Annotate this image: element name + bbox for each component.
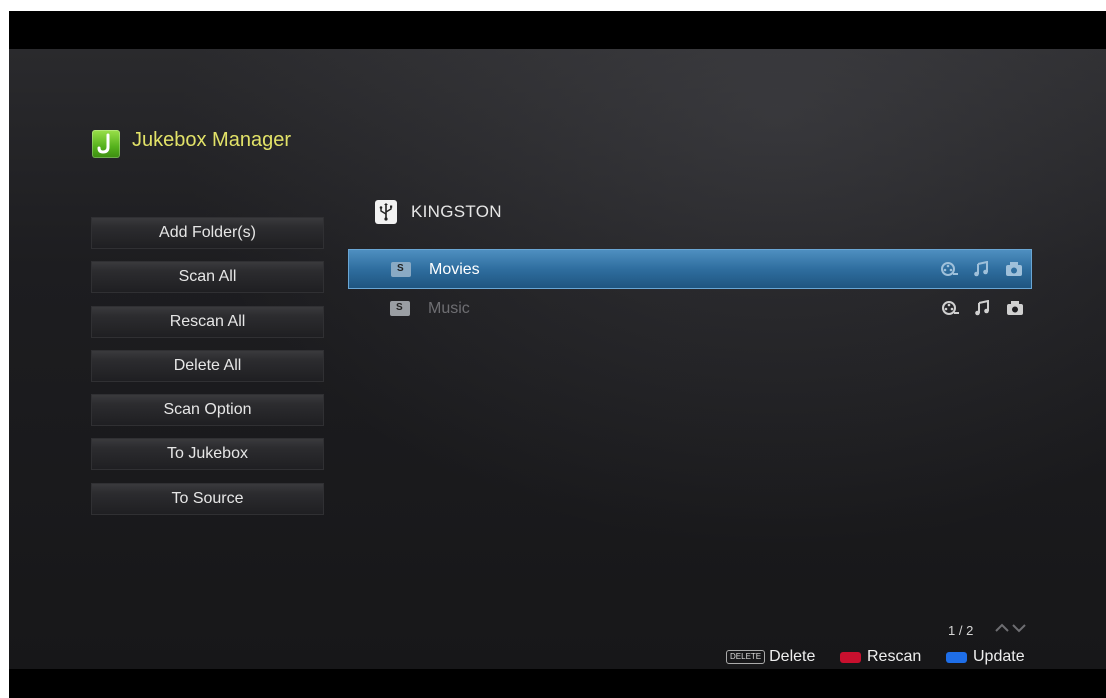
- page-indicator: 1 / 2: [948, 623, 974, 638]
- camera-icon: [1006, 300, 1024, 316]
- folder-icon-letter: S: [396, 302, 403, 313]
- usb-icon: [375, 200, 397, 224]
- legend-rescan: Rescan: [840, 648, 921, 666]
- update-legend-label: Update: [973, 648, 1025, 665]
- music-note-icon: [973, 260, 991, 277]
- legend-delete: DELETE Delete: [726, 648, 815, 666]
- delete-all-button[interactable]: Delete All: [91, 350, 324, 382]
- rescan-all-button[interactable]: Rescan All: [91, 306, 324, 338]
- folder-icon: S: [390, 301, 410, 316]
- folder-label: Music: [428, 300, 470, 317]
- rescan-legend-label: Rescan: [867, 648, 922, 665]
- to-jukebox-button[interactable]: To Jukebox: [91, 438, 324, 470]
- folder-row-music[interactable]: S Music: [348, 289, 1032, 329]
- scan-option-button[interactable]: Scan Option: [91, 394, 324, 426]
- media-type-icons: [941, 260, 1023, 277]
- folder-icon: S: [391, 262, 411, 277]
- device-name: KINGSTON: [411, 202, 502, 221]
- scan-all-button[interactable]: Scan All: [91, 261, 324, 293]
- delete-legend-label: Delete: [769, 648, 816, 665]
- folder-icon-letter: S: [397, 263, 404, 274]
- jukebox-logo-icon: [92, 130, 120, 158]
- media-type-icons: [942, 299, 1024, 316]
- video-reel-icon: [942, 300, 960, 316]
- red-button-icon: [840, 651, 861, 663]
- blue-button-icon: [946, 651, 967, 663]
- app-title: Jukebox Manager: [132, 129, 291, 151]
- add-folders-button[interactable]: Add Folder(s): [91, 217, 324, 249]
- folder-row-movies[interactable]: S Movies: [348, 249, 1032, 289]
- delete-key-icon: DELETE: [726, 650, 766, 664]
- video-reel-icon: [941, 261, 959, 277]
- music-note-icon: [974, 299, 992, 316]
- folder-label: Movies: [429, 261, 480, 278]
- legend-update: Update: [946, 648, 1025, 666]
- tv-screen: Jukebox Manager Add Folder(s) Scan All R…: [9, 11, 1106, 698]
- to-source-button[interactable]: To Source: [91, 483, 324, 515]
- main-panel: Jukebox Manager Add Folder(s) Scan All R…: [9, 49, 1106, 669]
- page-arrows-icon[interactable]: [994, 621, 1028, 639]
- camera-icon: [1005, 261, 1023, 277]
